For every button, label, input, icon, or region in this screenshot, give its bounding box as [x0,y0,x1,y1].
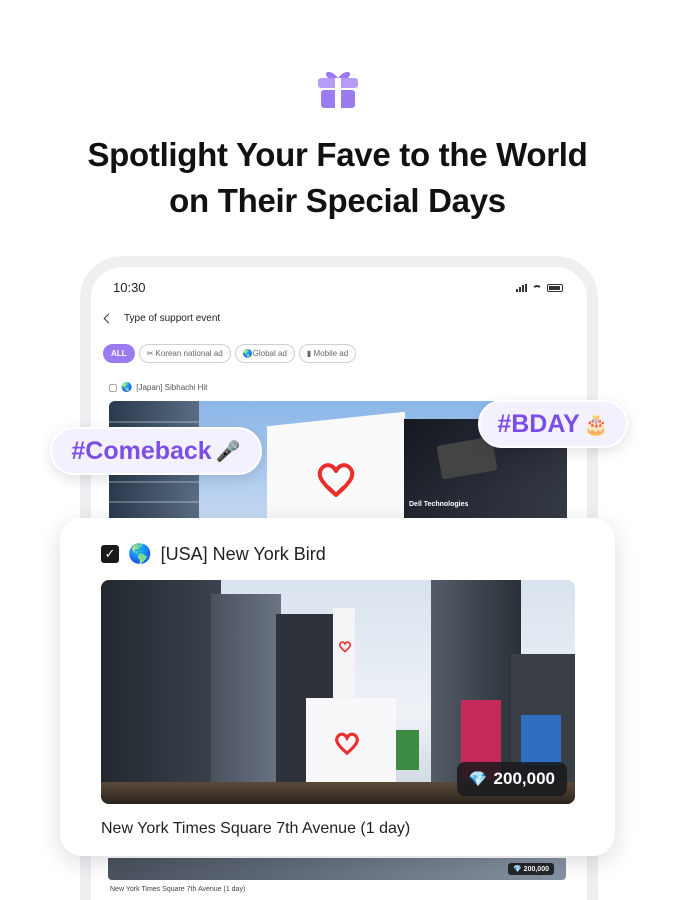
chip-mobile-label: Mobile ad [313,349,349,358]
chip-mobile-ad[interactable]: ▮ Mobile ad [298,344,357,363]
heart-logo-icon [339,641,351,653]
tag-comeback: #Comeback 🎤 [50,427,262,475]
photo-caption: Dell Technologies [409,501,469,508]
status-icons [516,284,563,292]
card-header: ✓ 🌎 [USA] New York Bird [101,542,326,566]
event-card[interactable]: ✓ 🌎 [USA] New York Bird 💎 200,000 New Yo… [60,518,615,856]
cake-icon: 🎂 [583,413,609,436]
chip-all[interactable]: ALL [103,344,135,363]
gift-icon [318,71,358,108]
billboard-photo-new-york: 💎 200,000 [101,580,575,804]
chip-global-label: Global ad [252,349,287,358]
headline-line-1: Spotlight Your Fave to the World [87,136,588,173]
signal-icon [516,284,527,292]
list-item-label: [Japan] Sibhachi Hit [136,383,208,392]
building [101,580,221,804]
checkbox-checked[interactable]: ✓ [101,545,119,563]
globe-icon: 🌎 [128,544,152,565]
microphone-icon: 🎤 [215,440,241,463]
price-badge: 💎 200,000 [456,762,567,796]
nav-title: Type of support event [124,313,221,324]
list-item[interactable]: 🌏 [Japan] Sibhachi Hit [109,382,207,393]
status-time: 10:30 [113,280,146,295]
price-value: 200,000 [493,769,555,788]
chip-global-ad[interactable]: 🌏 Global ad [234,344,295,363]
headline: Spotlight Your Fave to the World on Thei… [0,132,675,224]
heart-logo-icon [317,463,355,497]
list-item-checkbox[interactable] [109,383,117,392]
next-item-price-value: 200,000 [523,865,549,873]
battery-icon [547,284,563,292]
tag-comeback-label: #Comeback [71,436,212,465]
tag-bday: #BDAY 🎂 [478,400,628,448]
ad-screen [521,715,561,765]
nav-bar: Type of support event [103,313,221,324]
chip-korean-national-ad[interactable]: ✂ Korean national ad [138,344,231,363]
back-icon[interactable] [103,313,114,324]
diamond-icon: 💎 [468,771,488,788]
tag-bday-label: #BDAY [497,409,580,438]
chip-korean-label: Korean national ad [155,349,223,358]
card-caption: New York Times Square 7th Avenue (1 day) [101,820,411,837]
card-title: [USA] New York Bird [160,543,326,564]
wifi-icon [532,284,542,292]
headline-line-2: on Their Special Days [169,182,506,219]
building [211,594,281,804]
heart-logo-icon [335,732,359,756]
next-item-price: 💎 200,000 [508,863,554,875]
globe-icon: 🌏 [121,382,133,392]
next-item-caption: New York Times Square 7th Avenue (1 day) [110,886,246,893]
next-item-photo [108,858,566,880]
filter-chips: ALL ✂ Korean national ad 🌏 Global ad ▮ Mo… [103,344,357,363]
